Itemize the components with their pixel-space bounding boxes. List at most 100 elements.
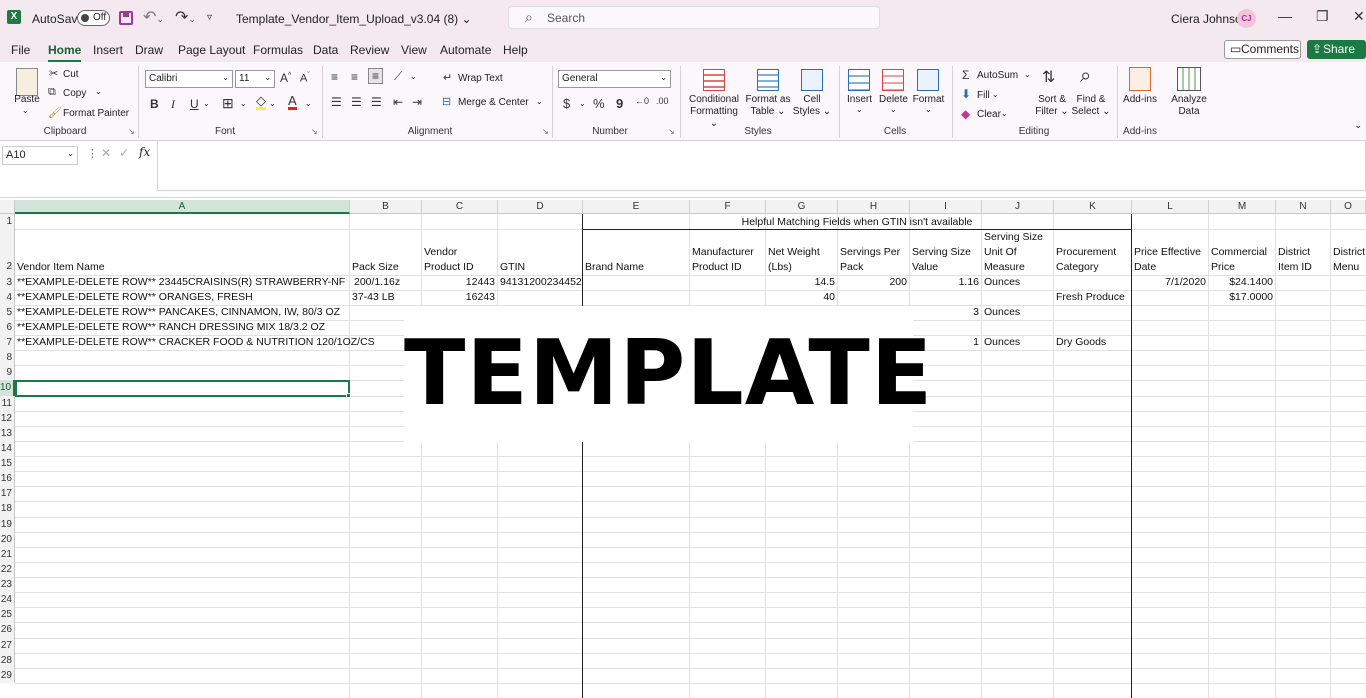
comma-style-icon[interactable]: 9 [616,96,623,111]
paste-button[interactable]: Paste [13,94,41,106]
format-as-table-icon[interactable] [757,69,779,91]
copy-button[interactable]: Copy [63,88,86,99]
wrap-text-button[interactable]: Wrap Text [458,73,503,84]
copy-dropdown-icon[interactable]: ⌄ [95,87,102,96]
column-header-b[interactable]: B [350,200,422,214]
spreadsheet-grid[interactable]: A B C D E F G H I J K L M N O 1 2 3 4 5 … [0,200,1366,698]
fill-handle[interactable] [346,393,351,398]
avatar[interactable]: CJ [1237,9,1256,28]
chevron-down-icon[interactable]: ⌄ [240,99,247,108]
chevron-down-icon[interactable]: ⌄ [536,97,543,106]
minimize-icon[interactable]: — [1278,8,1292,24]
insert-function-icon[interactable]: fx [139,145,150,159]
autosave-toggle[interactable]: Off [77,10,110,26]
cell-d3[interactable]: 94131200234452 [498,276,584,288]
row-header[interactable]: 17 [0,486,15,501]
autosum-icon[interactable]: Σ [962,68,969,82]
find-search-icon[interactable]: ⌕ [1080,65,1091,88]
row-header[interactable]: 13 [0,426,15,441]
clear-button[interactable]: Clear [977,109,1001,120]
analyze-data-icon[interactable] [1177,67,1201,91]
autosum-button[interactable]: AutoSum [977,70,1018,81]
row-header[interactable]: 28 [0,653,15,668]
cell-j3[interactable]: Ounces [982,276,1022,288]
header-cell-g[interactable]: Net Weight (Lbs) [766,245,837,275]
chevron-down-icon[interactable]: ⌄ [203,99,210,108]
cell-a4[interactable]: **EXAMPLE-DELETE ROW** ORANGES, FRESH [15,291,255,303]
decrease-indent-icon[interactable]: ⇤ [393,95,403,109]
eraser-icon[interactable]: ◆ [961,107,970,121]
cell-a3[interactable]: **EXAMPLE-DELETE ROW** 23445CRAISINS(R) … [15,276,347,288]
enter-icon[interactable]: ✓ [119,146,129,160]
chevron-down-icon[interactable]: ⌄ [992,90,999,99]
align-top-icon[interactable]: ≡ [331,70,338,84]
increase-font-icon[interactable]: A^ [280,71,291,85]
header-cell-b[interactable]: Pack Size [350,260,421,275]
row-header[interactable]: 8 [0,350,15,365]
wrap-text-icon[interactable]: ↵ [443,71,452,84]
row-header[interactable]: 21 [0,547,15,562]
cell-b4[interactable]: 37-43 LB [350,291,397,303]
row-header[interactable]: 5 [0,305,15,320]
row-header[interactable]: 2 [0,229,15,275]
active-cell-a10[interactable] [15,380,350,397]
more-icon[interactable]: ⋮ [87,147,98,160]
chevron-down-icon[interactable]: ⌄ [269,99,276,108]
chevron-down-icon[interactable]: ⌄ [1001,109,1008,118]
increase-decimal-icon[interactable]: ←0 [635,96,649,106]
redo-icon[interactable]: ↷⌄ [175,7,196,27]
row-header[interactable]: 15 [0,456,15,471]
conditional-formatting-icon[interactable] [703,69,725,91]
tab-view[interactable]: View [401,43,427,57]
column-header-d[interactable]: D [498,200,583,214]
chevron-down-icon[interactable]: ⌄ [890,105,897,114]
align-bottom-icon[interactable]: ≡ [368,68,384,84]
column-header-f[interactable]: F [690,200,766,214]
add-ins-icon[interactable] [1129,67,1151,91]
cell-a6[interactable]: **EXAMPLE-DELETE ROW** RANCH DRESSING MI… [15,321,327,333]
search-input[interactable]: ⌕ Search [508,6,880,29]
document-title[interactable]: Template_Vendor_Item_Upload_v3.04 (8) ⌄ [236,12,472,26]
cell-m4[interactable]: $17.0000 [1209,291,1275,303]
row-header[interactable]: 22 [0,562,15,577]
conditional-formatting-button[interactable]: Conditional Formatting ⌄ [686,94,742,130]
cell-j5[interactable]: Ounces [982,306,1022,318]
column-header-n[interactable]: N [1276,200,1331,214]
chevron-down-icon[interactable]: ⌄ [579,99,586,108]
fill-button[interactable]: Fill [977,90,990,101]
merged-title-cell[interactable]: Helpful Matching Fields when GTIN isn't … [583,215,1131,229]
italic-icon[interactable]: I [171,97,175,112]
row-header[interactable]: 27 [0,638,15,653]
cell-styles-button[interactable]: Cell Styles ⌄ [791,94,833,118]
chevron-down-icon[interactable]: ⌄ [856,105,863,114]
tab-file[interactable]: File [11,43,30,57]
add-ins-button[interactable]: Add-ins [1120,94,1160,106]
format-painter-icon[interactable]: 🖌 [48,106,62,119]
format-cells-icon[interactable] [917,69,939,91]
share-button[interactable]: ⇪ Share [1307,40,1366,59]
tab-automate[interactable]: Automate [440,43,491,57]
cell-styles-icon[interactable] [801,69,823,91]
row-header[interactable]: 12 [0,411,15,426]
copy-icon[interactable]: ⧉ [48,86,56,99]
currency-icon[interactable]: $ [563,96,570,111]
cell-l3[interactable]: 7/1/2020 [1132,276,1208,288]
tab-help[interactable]: Help [503,43,528,57]
increase-indent-icon[interactable]: ⇥ [412,95,422,109]
number-format-select[interactable]: General ⌄ [558,70,671,88]
column-header-a[interactable]: A [15,200,350,214]
row-header[interactable]: 18 [0,501,15,517]
header-cell-i[interactable]: Serving Size Value [910,245,981,275]
decrease-decimal-icon[interactable]: .00 [656,96,669,106]
alignment-launcher-icon[interactable]: ↘ [542,127,549,136]
formula-input[interactable] [157,141,1366,191]
merge-center-icon[interactable]: ⊟ [442,95,451,108]
sort-filter-button[interactable]: Sort & Filter ⌄ [1033,94,1071,118]
header-cell-a[interactable]: Vendor Item Name [15,245,349,275]
undo-icon[interactable]: ↶⌄ [143,7,164,27]
row-header[interactable]: 14 [0,441,15,456]
bold-icon[interactable]: B [150,97,159,111]
font-size-select[interactable]: 11 ⌄ [235,70,275,88]
column-header-g[interactable]: G [766,200,838,214]
column-header-k[interactable]: K [1054,200,1132,214]
